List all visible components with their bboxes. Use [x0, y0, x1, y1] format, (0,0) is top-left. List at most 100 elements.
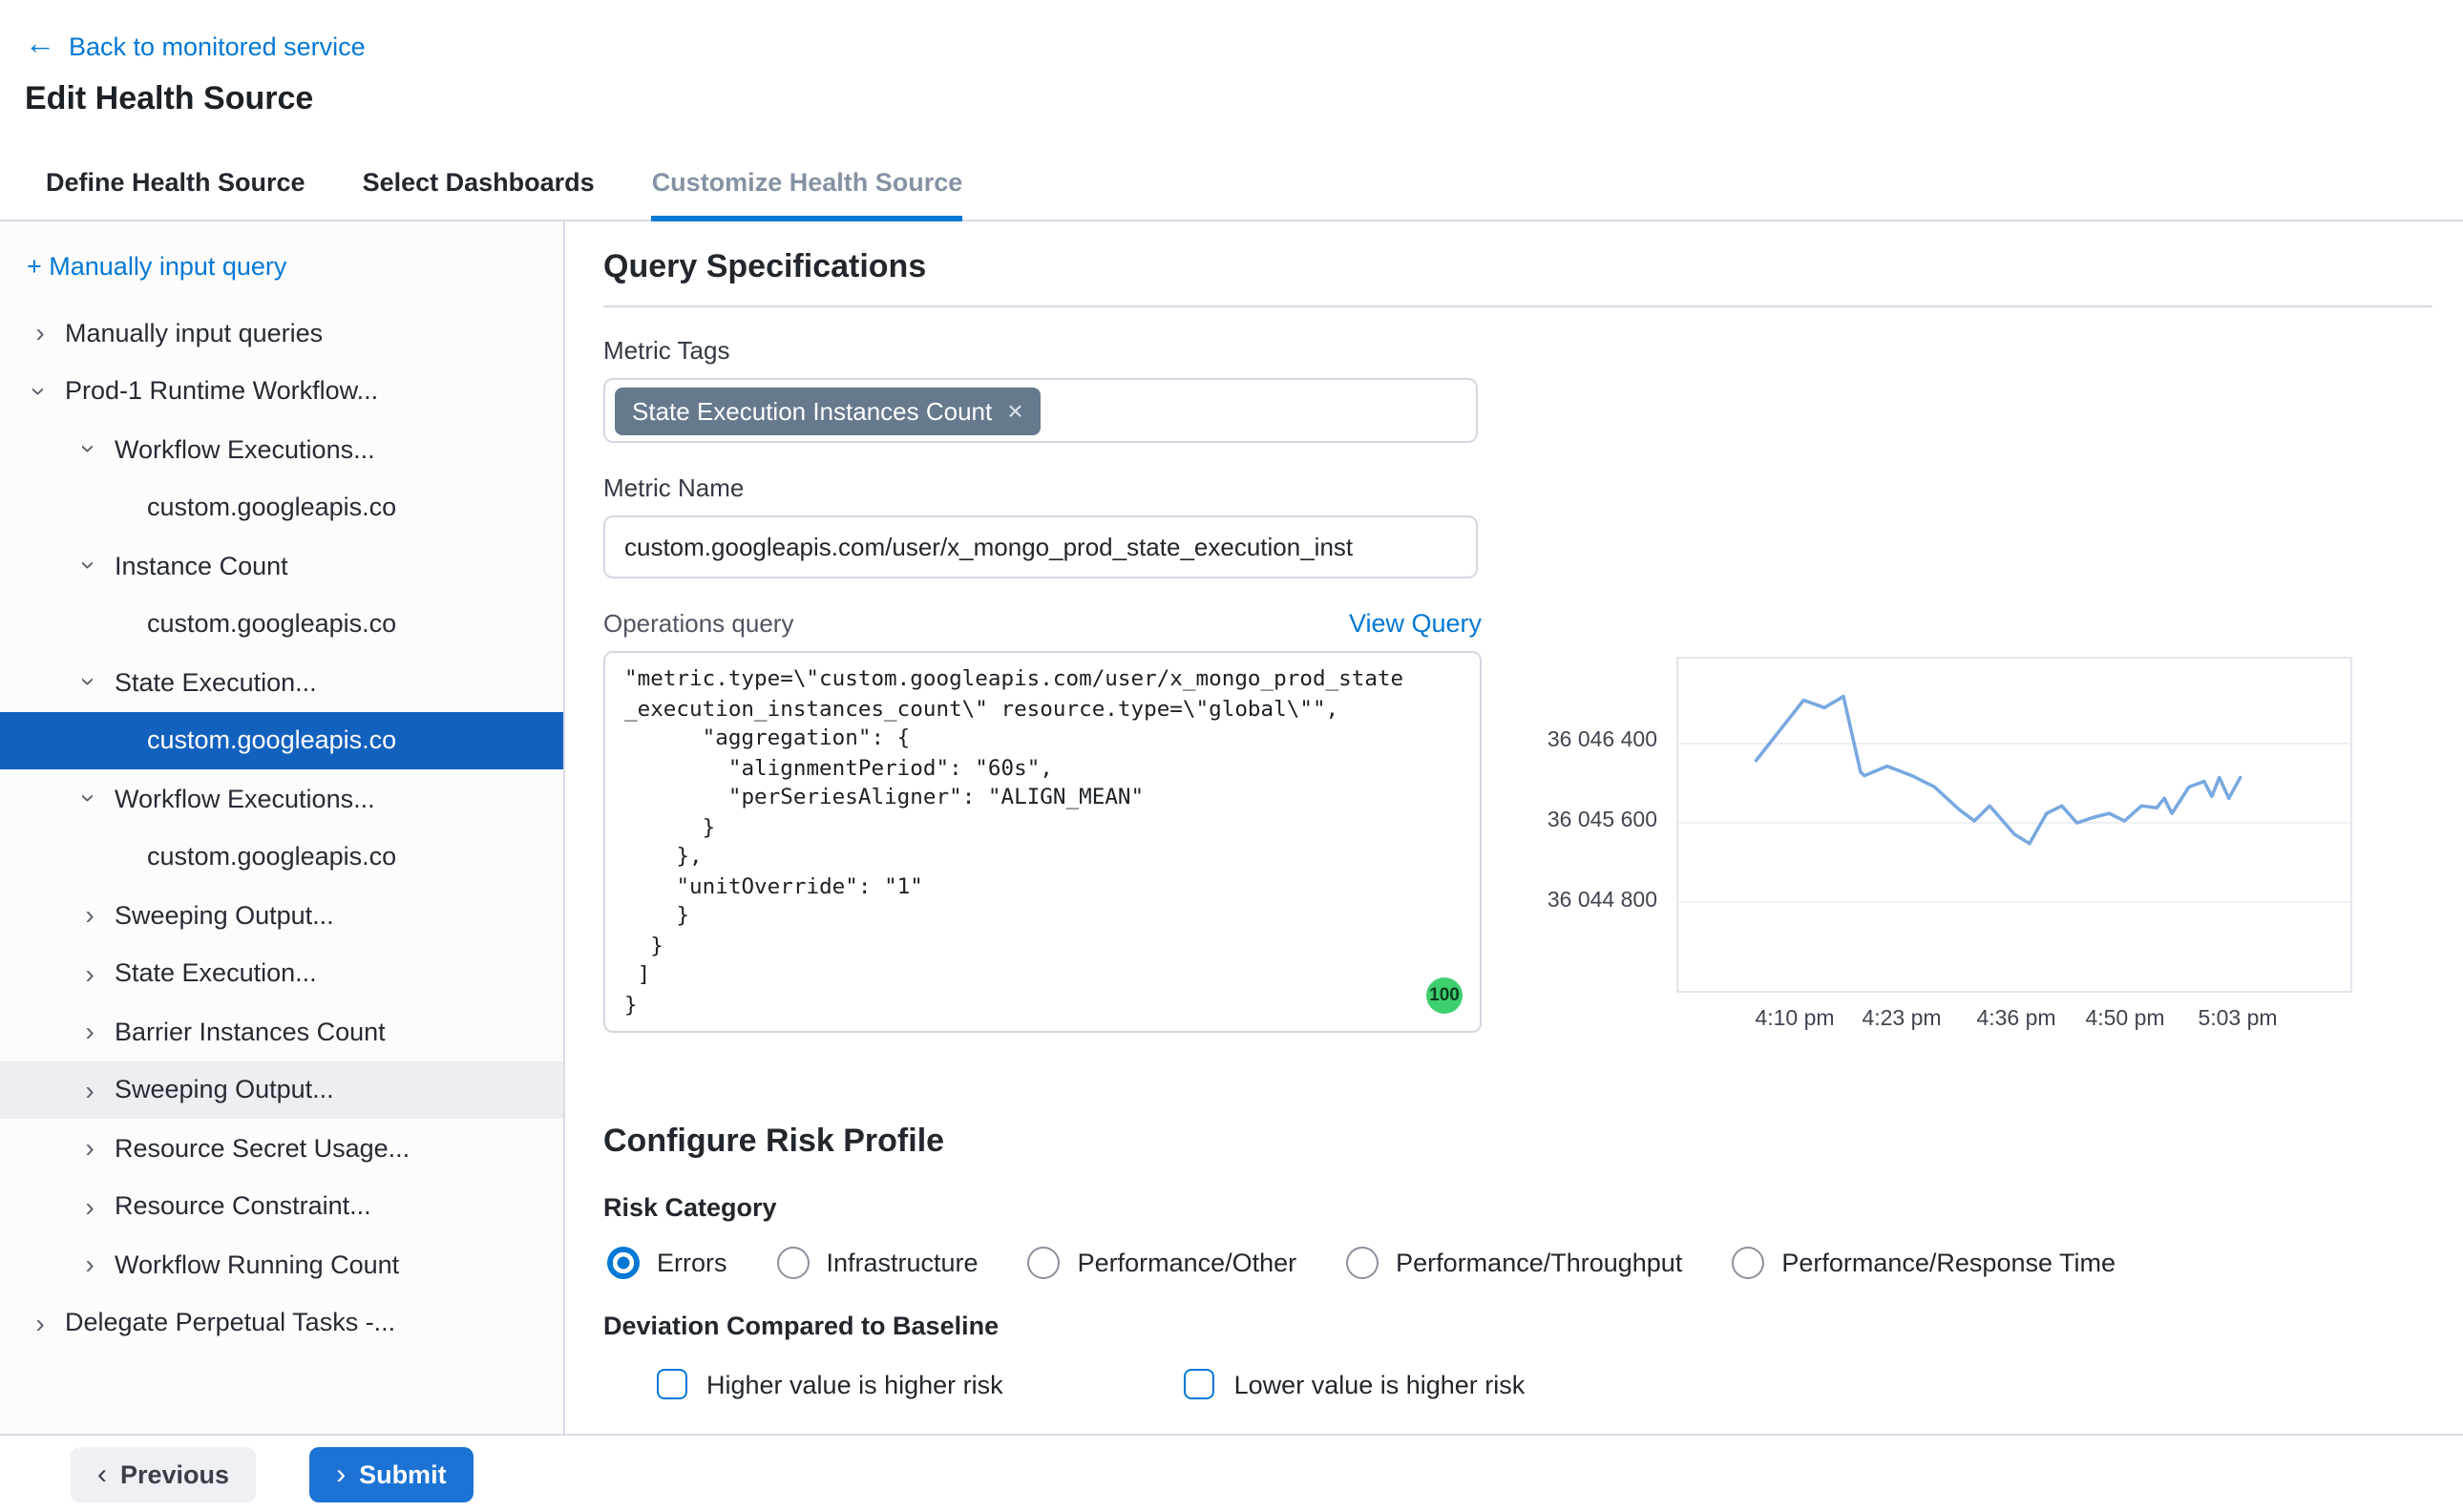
operations-query-text: "metric.type=\"custom.googleapis.com/use… — [624, 664, 1461, 1019]
tree-item-resource-constraint[interactable]: ›Resource Constraint... — [0, 1177, 563, 1235]
tree-item-workflow-executions-1[interactable]: ›Workflow Executions... — [0, 420, 563, 478]
back-to-monitored-service-link[interactable]: Back to monitored service — [69, 32, 366, 60]
radio-selected-icon[interactable] — [607, 1247, 640, 1279]
risk-option-label: Performance/Throughput — [1396, 1249, 1682, 1277]
x-axis-tick-4: 4:50 pm — [2085, 1008, 2164, 1031]
previous-button-label: Previous — [120, 1460, 229, 1488]
checkbox-unchecked-icon[interactable] — [657, 1369, 687, 1399]
tree-item-delegate-perpetual-tasks[interactable]: ›Delegate Perpetual Tasks -... — [0, 1293, 563, 1352]
operations-query-label: Operations query — [603, 609, 793, 638]
risk-option-label: Performance/Other — [1078, 1249, 1297, 1277]
chevron-down-icon: › — [74, 786, 105, 812]
tree-item-manually-input-queries[interactable]: ›Manually input queries — [0, 304, 563, 362]
chart-plot-area — [1676, 657, 2352, 993]
risk-option-performance-throughput[interactable]: Performance/Throughput — [1346, 1247, 1682, 1279]
metric-tag-chip-label: State Execution Instances Count — [632, 396, 992, 425]
records-count-badge: 100 — [1426, 977, 1463, 1014]
section-divider — [603, 305, 2432, 307]
metric-name-input[interactable] — [603, 515, 1478, 578]
operations-query-header: Operations query View Query — [603, 609, 1482, 638]
page-body: + Manually input query ›Manually input q… — [0, 221, 2463, 1434]
metric-preview-chart: 36 046 400 36 045 600 36 044 800 4:10 pm… — [1527, 657, 2360, 1046]
operations-query-row: Operations query View Query "metric.type… — [603, 609, 2432, 1046]
risk-option-infrastructure[interactable]: Infrastructure — [777, 1247, 979, 1279]
query-specifications-panel: Query Specifications Metric Tags State E… — [565, 221, 2463, 1434]
chevron-left-icon: ‹ — [97, 1460, 107, 1488]
tree-item-prod-1-runtime-workflow[interactable]: ›Prod-1 Runtime Workflow... — [0, 362, 563, 420]
chevron-right-icon: › — [336, 1460, 346, 1488]
metric-tags-input[interactable]: State Execution Instances Count × — [603, 378, 1478, 443]
section-title-query-specifications: Query Specifications — [603, 248, 2432, 286]
wizard-footer: ‹ Previous › Submit — [0, 1434, 2463, 1512]
radio-unselected-icon[interactable] — [777, 1247, 810, 1279]
query-tree-sidebar: + Manually input query ›Manually input q… — [0, 221, 565, 1434]
y-axis-tick-3: 36 044 800 — [1527, 890, 1657, 913]
radio-unselected-icon[interactable] — [1732, 1247, 1764, 1279]
chevron-right-icon: › — [76, 1017, 103, 1047]
chevron-right-icon: › — [76, 958, 103, 989]
tree-item-barrier-instances-count[interactable]: ›Barrier Instances Count — [0, 1002, 563, 1060]
radio-unselected-icon[interactable] — [1346, 1247, 1379, 1279]
tree-item-sweeping-output-1[interactable]: ›Sweeping Output... — [0, 886, 563, 944]
metric-name-label: Metric Name — [603, 473, 2432, 502]
tree-item-metric-1[interactable]: custom.googleapis.co — [0, 478, 563, 536]
page-title: Edit Health Source — [25, 80, 2463, 126]
risk-option-performance-other[interactable]: Performance/Other — [1028, 1247, 1297, 1279]
checkbox-unchecked-icon[interactable] — [1185, 1369, 1215, 1399]
deviation-baseline-label: Deviation Compared to Baseline — [603, 1312, 2432, 1340]
tree-item-state-execution-1[interactable]: ›State Execution... — [0, 653, 563, 711]
tree-item-metric-2[interactable]: custom.googleapis.co — [0, 595, 563, 653]
tab-select-dashboards[interactable]: Select Dashboards — [363, 145, 595, 220]
chart-line-series — [1757, 697, 2241, 844]
y-axis-tick-1: 36 046 400 — [1527, 729, 1657, 752]
tree-item-metric-3-selected[interactable]: custom.googleapis.co — [0, 711, 563, 769]
chevron-down-icon: › — [74, 669, 105, 696]
tree-item-metric-4[interactable]: custom.googleapis.co — [0, 828, 563, 886]
tree-item-sweeping-output-2[interactable]: ›Sweeping Output... — [0, 1060, 563, 1119]
deviation-options: Higher value is higher risk Lower value … — [657, 1369, 2432, 1399]
wizard-tabs: Define Health Source Select Dashboards C… — [0, 145, 2463, 221]
metric-tag-chip: State Execution Instances Count × — [615, 387, 1041, 434]
remove-tag-icon[interactable]: × — [1007, 397, 1022, 424]
submit-button[interactable]: › Submit — [309, 1446, 474, 1502]
risk-option-performance-response-time[interactable]: Performance/Response Time — [1732, 1247, 2116, 1279]
chevron-down-icon: › — [25, 378, 55, 405]
y-axis-tick-2: 36 045 600 — [1527, 809, 1657, 832]
chevron-right-icon: › — [76, 900, 103, 931]
back-arrow-icon[interactable]: ← — [25, 31, 55, 61]
view-query-link[interactable]: View Query — [1349, 609, 1482, 638]
checkbox-label: Higher value is higher risk — [706, 1370, 1003, 1398]
tab-customize-health-source[interactable]: Customize Health Source — [652, 145, 963, 220]
operations-query-editor[interactable]: "metric.type=\"custom.googleapis.com/use… — [603, 651, 1482, 1033]
previous-button[interactable]: ‹ Previous — [71, 1446, 256, 1502]
risk-option-errors[interactable]: Errors — [607, 1247, 727, 1279]
edit-health-source-page: ← Back to monitored service Edit Health … — [0, 0, 2463, 1512]
page-header: ← Back to monitored service Edit Health … — [0, 0, 2463, 126]
operations-query-column: Operations query View Query "metric.type… — [603, 609, 1482, 1033]
risk-category-options: Errors Infrastructure Performance/Other … — [607, 1247, 2432, 1279]
chart-svg — [1678, 659, 2350, 991]
tree-item-workflow-running-count[interactable]: ›Workflow Running Count — [0, 1235, 563, 1293]
tree-item-instance-count[interactable]: ›Instance Count — [0, 536, 563, 595]
chevron-down-icon: › — [74, 436, 105, 463]
chevron-down-icon: › — [74, 553, 105, 579]
risk-option-label: Performance/Response Time — [1781, 1249, 2116, 1277]
x-axis-tick-5: 5:03 pm — [2198, 1008, 2277, 1031]
chevron-right-icon: › — [76, 1133, 103, 1164]
tree-item-resource-secret-usage[interactable]: ›Resource Secret Usage... — [0, 1119, 563, 1177]
query-tree: ›Manually input queries ›Prod-1 Runtime … — [0, 304, 563, 1352]
metric-tags-label: Metric Tags — [603, 336, 2432, 365]
x-axis-tick-1: 4:10 pm — [1755, 1008, 1834, 1031]
chevron-right-icon: › — [76, 1075, 103, 1105]
risk-option-label: Errors — [657, 1249, 727, 1277]
submit-button-label: Submit — [359, 1460, 447, 1488]
higher-value-higher-risk-option[interactable]: Higher value is higher risk — [657, 1369, 1003, 1399]
manually-input-query-button[interactable]: + Manually input query — [0, 241, 563, 304]
tree-item-workflow-executions-2[interactable]: ›Workflow Executions... — [0, 769, 563, 828]
tab-define-health-source[interactable]: Define Health Source — [46, 145, 305, 220]
lower-value-higher-risk-option[interactable]: Lower value is higher risk — [1185, 1369, 1526, 1399]
x-axis-tick-2: 4:23 pm — [1862, 1008, 1941, 1031]
radio-unselected-icon[interactable] — [1028, 1247, 1061, 1279]
tree-item-state-execution-2[interactable]: ›State Execution... — [0, 944, 563, 1002]
chevron-right-icon: › — [76, 1250, 103, 1280]
